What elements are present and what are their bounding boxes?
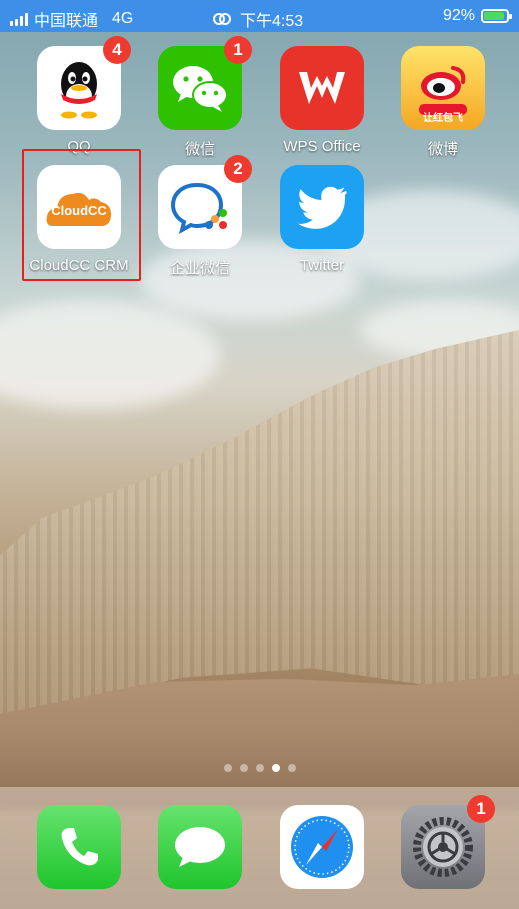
dock-safari[interactable]: [272, 805, 372, 889]
badge: 2: [224, 155, 252, 183]
app-label: 企业微信: [169, 260, 230, 277]
dock-phone[interactable]: [29, 805, 129, 889]
app-twitter[interactable]: Twitter: [272, 165, 372, 274]
battery-icon: [481, 9, 512, 23]
twitter-icon: [280, 165, 364, 249]
app-wecom[interactable]: 2 企业微信: [150, 155, 252, 278]
messages-icon: [158, 805, 242, 889]
carrier-name: 中国联通: [34, 13, 99, 30]
dock: 1: [0, 787, 519, 909]
safari-icon: [280, 805, 364, 889]
app-label: WPS Office: [283, 138, 361, 155]
settings-icon: 1: [401, 795, 495, 889]
lock-rotation-icon: [213, 13, 231, 25]
badge: 1: [224, 36, 252, 64]
network-type: 4G: [112, 10, 134, 27]
wps-icon: [280, 46, 364, 130]
clock: 下午4:53: [240, 13, 304, 30]
cloudcc-icon-text: CloudCC: [51, 203, 107, 218]
app-label: CloudCC CRM: [29, 257, 129, 274]
page-indicator[interactable]: [0, 764, 519, 772]
app-label: 微博: [427, 141, 458, 158]
page-dot[interactable]: [223, 764, 232, 772]
qq-icon: 4: [37, 36, 131, 130]
badge: 4: [103, 36, 131, 64]
cloudcc-icon: CloudCC: [37, 165, 121, 249]
page-dot[interactable]: [239, 764, 248, 772]
app-wps-office[interactable]: WPS Office: [272, 46, 372, 155]
page-dot[interactable]: [287, 764, 296, 772]
status-bar: 中国联通 4G 下午4:53 92%: [0, 0, 519, 32]
dock-messages[interactable]: [150, 805, 250, 889]
app-qq[interactable]: 4 QQ: [29, 36, 131, 155]
page-dot-active[interactable]: [271, 764, 280, 772]
app-cloudcc-crm[interactable]: CloudCC CloudCC CRM: [29, 165, 129, 274]
badge: 1: [467, 795, 495, 823]
phone-icon: [37, 805, 121, 889]
wechat-icon: 1: [158, 36, 252, 130]
signal-icon: [10, 12, 28, 26]
dock-settings[interactable]: 1: [393, 795, 495, 889]
app-wechat[interactable]: 1 微信: [150, 36, 252, 159]
weibo-icon: 让红包飞: [401, 46, 485, 130]
wecom-icon: 2: [158, 155, 252, 249]
battery-percent: 92%: [442, 7, 475, 24]
page-dot[interactable]: [255, 764, 264, 772]
app-label: Twitter: [299, 257, 345, 274]
weibo-icon-text: 让红包飞: [423, 113, 463, 124]
app-weibo[interactable]: 让红包飞 微博: [393, 46, 493, 159]
